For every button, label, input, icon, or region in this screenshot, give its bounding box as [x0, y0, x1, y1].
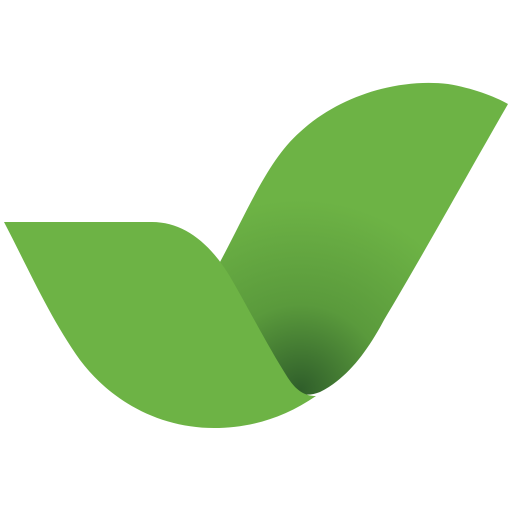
- leaf-checkmark-icon: [4, 82, 508, 428]
- logo-canvas: [0, 0, 512, 512]
